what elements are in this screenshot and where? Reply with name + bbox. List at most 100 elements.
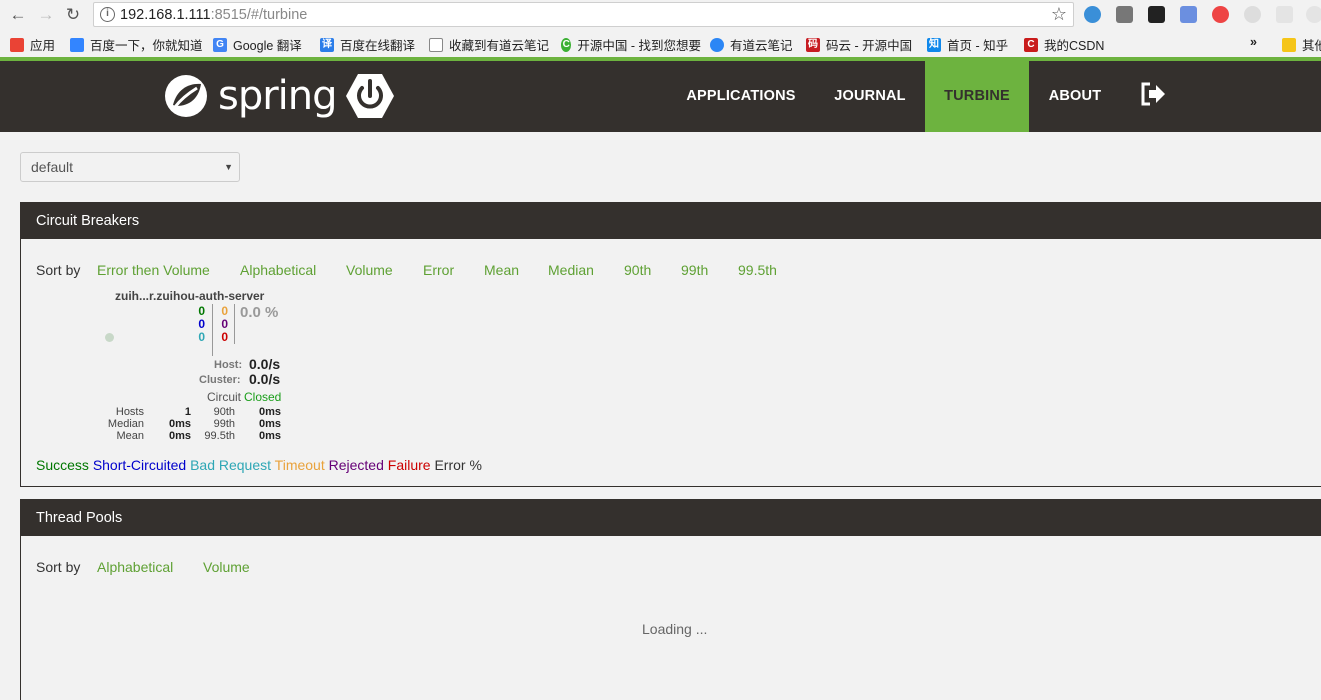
bookmark-baidu-translate[interactable]: 译百度在线翻译 <box>320 35 415 54</box>
extension-translate-icon[interactable] <box>1180 6 1197 23</box>
bookmark-gitee[interactable]: 码码云 - 开源中国 <box>806 35 912 54</box>
browser-toolbar: ← → ↻ i 192.168.1.111:8515/#/turbine ☆ <box>0 0 1321 30</box>
sort-median[interactable]: Median <box>548 262 594 278</box>
page-icon <box>429 37 443 52</box>
sort-error[interactable]: Error <box>423 262 454 278</box>
browser-chrome: ← → ↻ i 192.168.1.111:8515/#/turbine ☆ 应… <box>0 0 1321 58</box>
nav-about[interactable]: ABOUT <box>1033 61 1117 132</box>
circuit-status-value: Closed <box>244 390 282 404</box>
reload-icon[interactable]: ↻ <box>62 4 84 26</box>
logo-text[interactable]: spring <box>218 73 338 119</box>
legend-rejected: Rejected <box>328 457 384 473</box>
info-icon[interactable]: i <box>100 7 115 22</box>
youdao-note-icon <box>710 37 724 52</box>
bookmarks-bar: 应用 百度一下，你就知道 G Google 翻译 译百度在线翻译 收藏到有道云笔记… <box>0 31 1321 56</box>
url-host: 192.168.1.111 <box>120 7 211 23</box>
bookmark-label: 有道云笔记 <box>730 39 793 53</box>
spring-leaf-icon[interactable] <box>163 73 209 119</box>
bookmark-label: Google 翻译 <box>233 39 302 53</box>
extension-window-icon[interactable] <box>1276 6 1293 23</box>
bookmark-label: 其他 <box>1302 39 1321 53</box>
app-header: spring APPLICATIONS JOURNAL TURBINE ABOU… <box>0 61 1321 132</box>
extension-chart-icon[interactable] <box>1116 6 1133 23</box>
loading-text: Loading ... <box>642 621 708 637</box>
forward-arrow-icon[interactable]: → <box>35 4 57 26</box>
cluster-select-value: default <box>31 159 74 175</box>
folder-icon <box>1282 37 1296 52</box>
stat-mean-label: Mean <box>116 430 144 442</box>
timeout-count: 0 <box>221 304 228 318</box>
bookmark-csdn[interactable]: C 我的CSDN <box>1024 35 1104 54</box>
url-text[interactable]: 192.168.1.111:8515/#/turbine <box>120 7 307 23</box>
sort-alphabetical[interactable]: Alphabetical <box>97 559 173 575</box>
apps-grid-icon <box>10 37 24 52</box>
sort-alphabetical[interactable]: Alphabetical <box>240 262 316 278</box>
circuit-breakers-panel: Circuit Breakers Sort by Error then Volu… <box>20 202 1321 487</box>
bookmark-label: 百度一下，你就知道 <box>90 39 203 53</box>
bookmark-google-translate[interactable]: G Google 翻译 <box>213 35 302 54</box>
gitee-icon: 码 <box>806 37 820 52</box>
rejected-count: 0 <box>221 317 228 331</box>
bookmark-label: 首页 - 知乎 <box>947 39 1009 53</box>
sort-mean[interactable]: Mean <box>484 262 519 278</box>
stat-median-label: Median <box>107 418 144 430</box>
sort-error-then-volume[interactable]: Error then Volume <box>97 262 210 278</box>
bookmark-label: 收藏到有道云笔记 <box>449 39 550 53</box>
extension-chrome-icon[interactable] <box>1212 6 1229 23</box>
circuit-name: zuih...r.zuihou-auth-server <box>115 289 265 303</box>
bookmark-youdao-save[interactable]: 收藏到有道云笔记 <box>429 35 549 54</box>
bookmark-apps[interactable]: 应用 <box>10 35 55 54</box>
address-bar[interactable]: i 192.168.1.111:8515/#/turbine ☆ <box>93 2 1074 27</box>
back-arrow-icon[interactable]: ← <box>7 4 29 26</box>
bookmark-zhihu[interactable]: 知首页 - 知乎 <box>927 35 1008 54</box>
stat-99-5th-label: 99.5th <box>204 430 235 442</box>
sort-by-label: Sort by <box>36 559 81 575</box>
sort-90th[interactable]: 90th <box>624 262 651 278</box>
status-legend: Success Short-Circuited Bad Request Time… <box>36 457 482 473</box>
circuit-status-label: Circuit <box>207 390 242 404</box>
bookmark-star-icon[interactable]: ☆ <box>1051 4 1067 25</box>
nav-turbine[interactable]: TURBINE <box>925 61 1029 132</box>
thread-pools-title: Thread Pools <box>21 500 1321 536</box>
cluster-label: Cluster: <box>199 374 241 386</box>
extension-check-icon[interactable] <box>1244 6 1261 23</box>
bookmark-baidu[interactable]: 百度一下，你就知道 <box>70 35 203 54</box>
bookmark-youdao-note[interactable]: 有道云笔记 <box>710 35 793 54</box>
sort-volume[interactable]: Volume <box>203 559 250 575</box>
stat-90th-value: 0ms <box>258 406 281 418</box>
csdn-icon: C <box>1024 37 1038 52</box>
stat-mean-value: 0ms <box>168 430 191 442</box>
sort-volume[interactable]: Volume <box>346 262 393 278</box>
extension-glasses-icon[interactable] <box>1148 6 1165 23</box>
power-hexagon-icon[interactable] <box>345 71 395 121</box>
legend-timeout: Timeout <box>274 457 325 473</box>
sort-by-label: Sort by <box>36 262 81 278</box>
nav-journal[interactable]: JOURNAL <box>818 61 922 132</box>
bookmark-oschina[interactable]: C 开源中国 - 找到您想要 <box>561 35 701 54</box>
other-bookmarks-folder[interactable]: 其他 <box>1282 35 1321 54</box>
legend-failure: Failure <box>387 457 431 473</box>
logout-icon[interactable] <box>1139 81 1167 107</box>
extension-code-icon[interactable] <box>1306 6 1321 23</box>
bad-request-count: 0 <box>198 330 205 344</box>
stat-90th-label: 90th <box>213 406 235 418</box>
rate-divider <box>234 304 235 344</box>
stat-median-value: 0ms <box>168 418 191 430</box>
legend-short-circuited: Short-Circuited <box>92 457 187 473</box>
stat-99-5th-value: 0ms <box>258 430 281 442</box>
extension-globe-icon[interactable] <box>1084 6 1101 23</box>
nav-applications[interactable]: APPLICATIONS <box>672 61 810 132</box>
short-circuited-count: 0 <box>198 317 205 331</box>
oschina-icon: C <box>561 37 572 52</box>
zhihu-icon: 知 <box>927 37 941 52</box>
bookmarks-overflow-button[interactable]: » <box>1250 35 1257 49</box>
baidu-translate-icon: 译 <box>320 37 334 52</box>
sort-99th[interactable]: 99th <box>681 262 708 278</box>
chevron-down-icon: ▼ <box>224 162 233 172</box>
baidu-paw-icon <box>70 37 84 52</box>
stat-hosts-label: Hosts <box>115 406 144 418</box>
cluster-select[interactable]: default ▼ <box>20 152 240 182</box>
count-divider <box>212 304 213 356</box>
sort-99-5th[interactable]: 99.5th <box>738 262 777 278</box>
bookmark-label: 应用 <box>30 39 56 53</box>
